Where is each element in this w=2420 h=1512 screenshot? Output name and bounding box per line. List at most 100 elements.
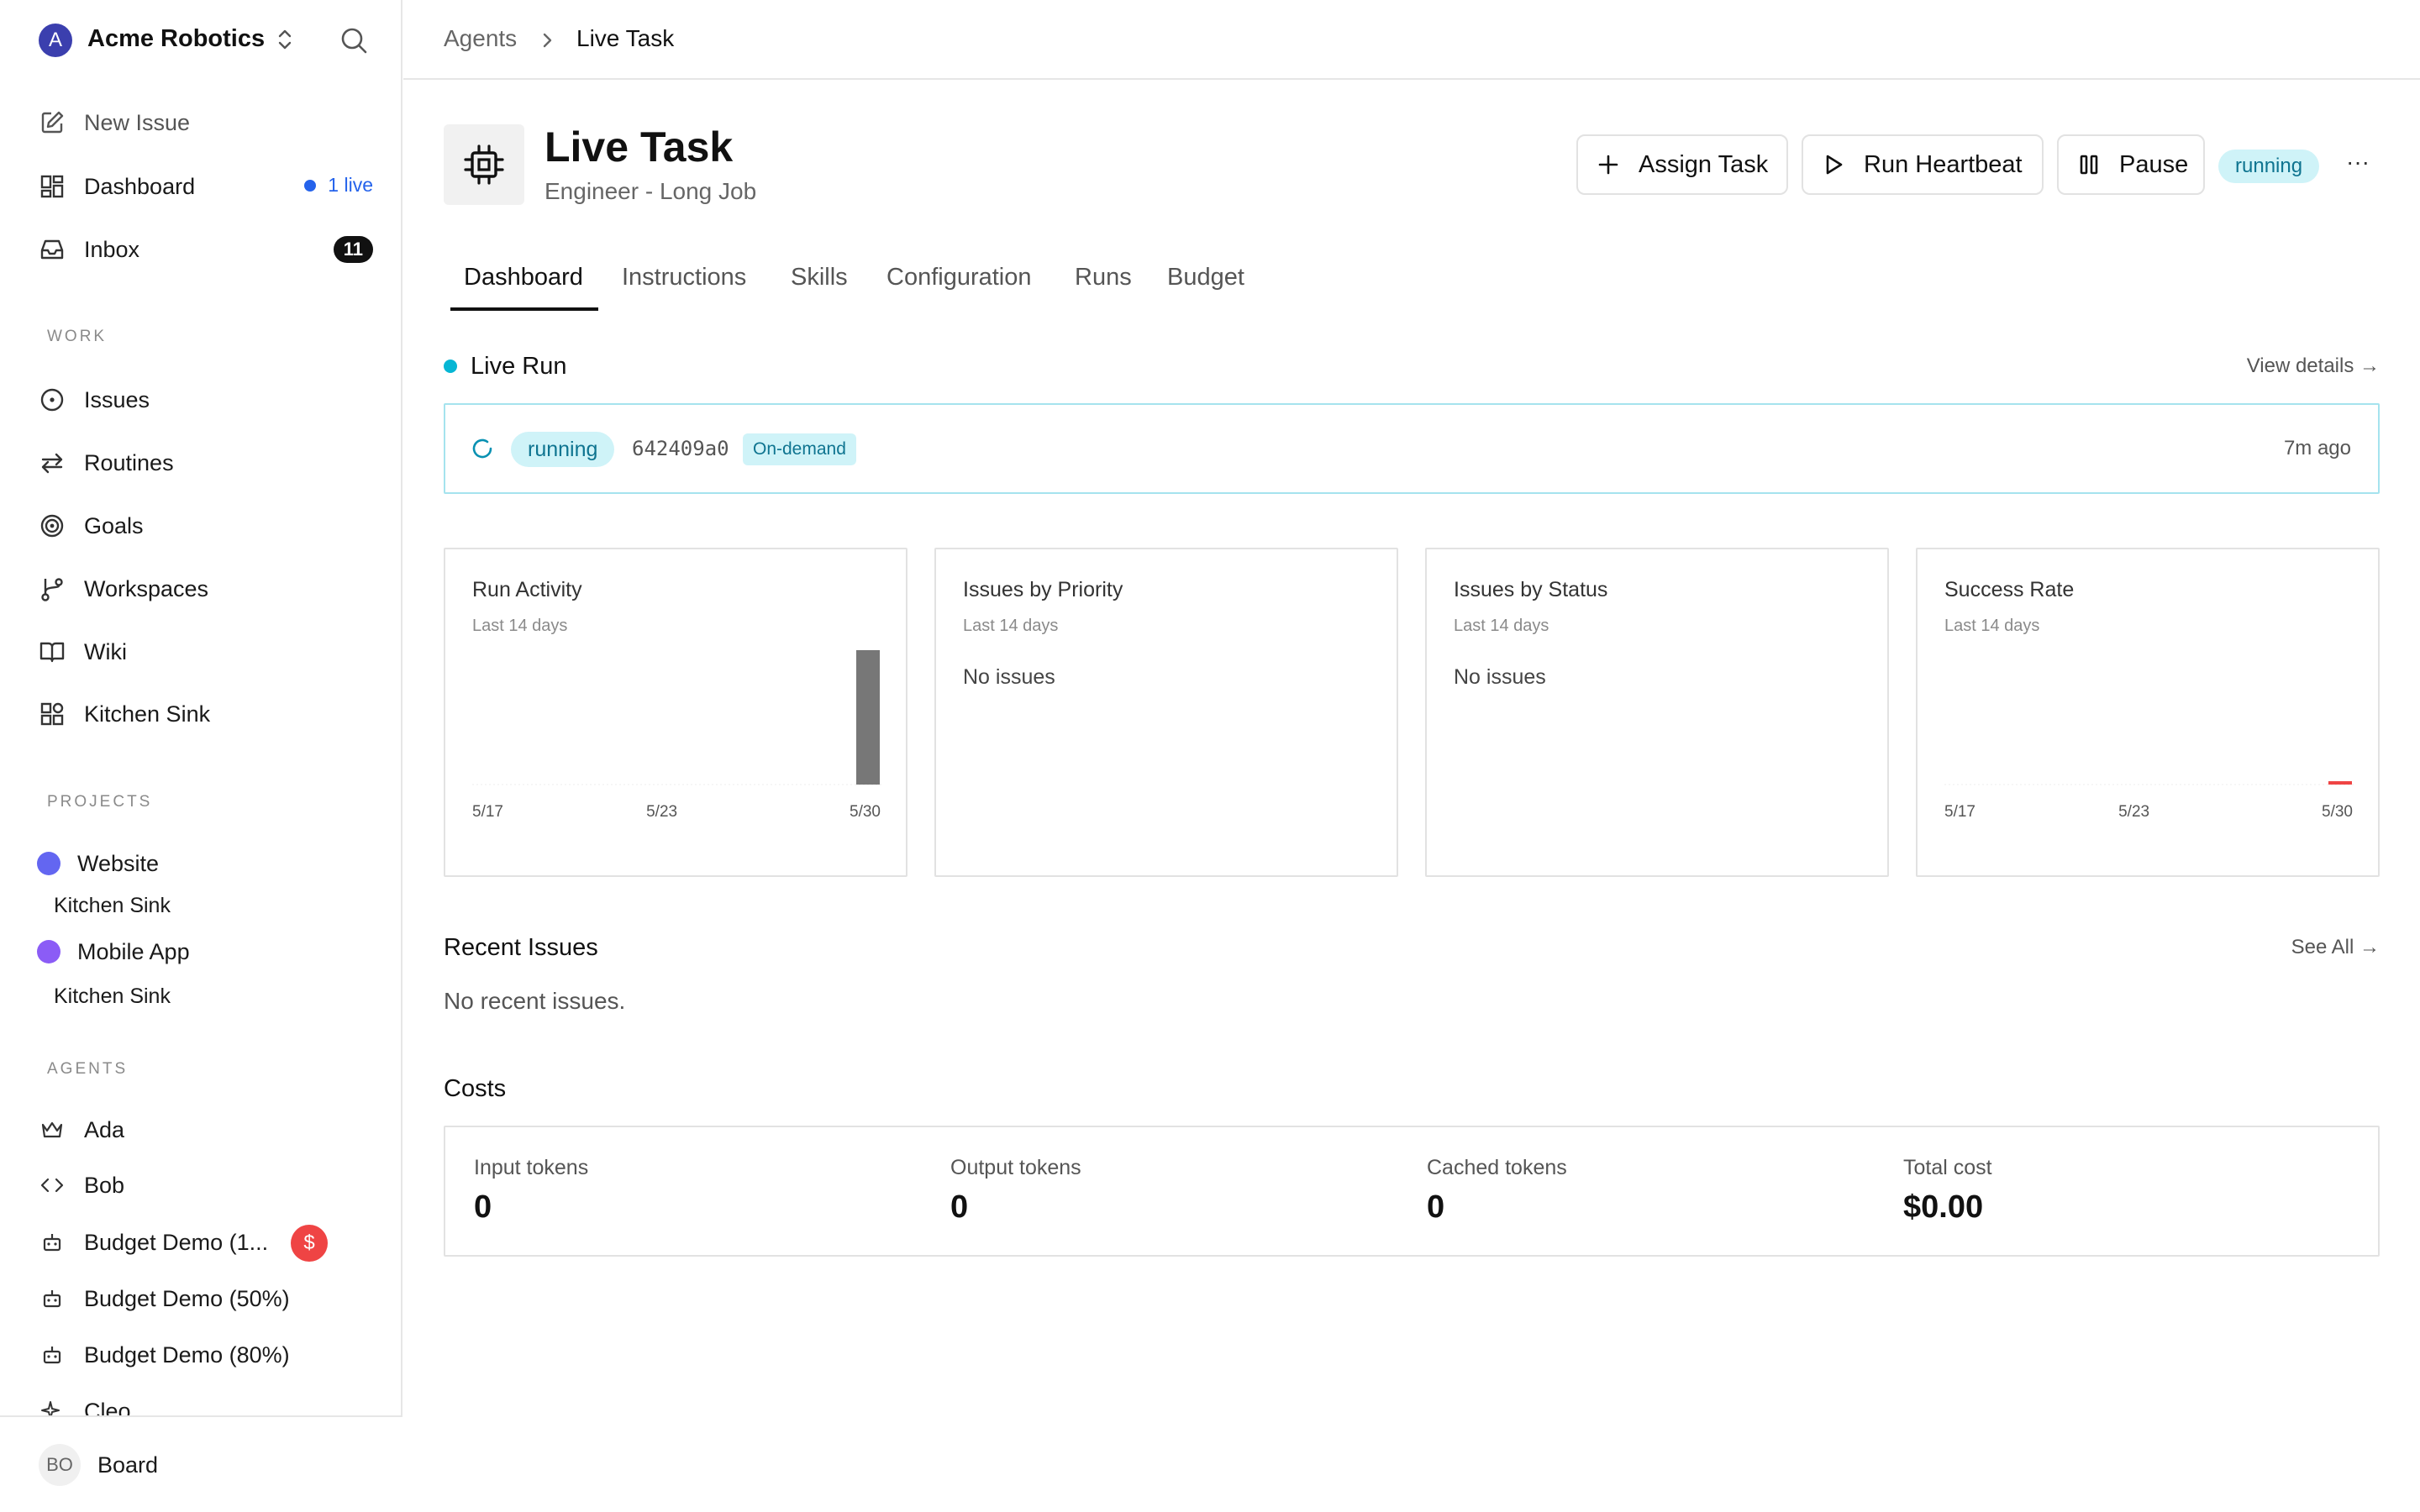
nav-label: Issues xyxy=(84,386,150,412)
tab-dashboard[interactable]: Dashboard xyxy=(464,264,583,291)
agent-label: Budget Demo (1... xyxy=(84,1229,269,1255)
costs-title: Costs xyxy=(444,1075,507,1102)
cost-value-cached: 0 xyxy=(1427,1189,1445,1225)
nav-label: Wiki xyxy=(84,638,127,664)
tab-skills[interactable]: Skills xyxy=(791,264,848,291)
play-icon xyxy=(1822,152,1847,177)
active-tab-indicator xyxy=(450,307,598,311)
goals-icon xyxy=(37,511,67,541)
recent-issues-empty: No recent issues. xyxy=(444,988,626,1014)
routines-icon xyxy=(37,448,67,478)
cost-value-output: 0 xyxy=(950,1189,969,1225)
live-badge-text: 1 live xyxy=(328,174,373,196)
card-title: Issues by Priority xyxy=(963,578,1123,601)
assign-task-label: Assign Task xyxy=(1639,150,1769,178)
agent-label: Ada xyxy=(84,1116,125,1142)
nav-label: Goals xyxy=(84,512,144,538)
nav-label: Routines xyxy=(84,449,174,475)
card-subtitle: Last 14 days xyxy=(963,617,1059,635)
project-mobile-app-sub-item[interactable]: Kitchen Sink xyxy=(54,984,171,1009)
nav-goals[interactable]: Goals xyxy=(37,502,373,549)
run-status-badge: running xyxy=(511,432,615,467)
section-label-projects: PROJECTS xyxy=(47,793,153,811)
breadcrumb-current: Live Task xyxy=(576,25,675,51)
nav-kitchen-sink[interactable]: Kitchen Sink xyxy=(37,690,373,738)
run-heartbeat-label: Run Heartbeat xyxy=(1864,150,2023,178)
pause-label: Pause xyxy=(2119,150,2189,178)
nav-label: Dashboard xyxy=(84,173,196,199)
nav-label: Kitchen Sink xyxy=(84,701,211,727)
cost-value-total: $0.00 xyxy=(1903,1189,1984,1225)
nav-routines[interactable]: Routines xyxy=(37,439,373,486)
more-options-icon[interactable]: ··· xyxy=(2341,150,2375,183)
agent-ada[interactable]: Ada xyxy=(37,1106,373,1153)
inbox-icon xyxy=(37,234,67,265)
tab-runs[interactable]: Runs xyxy=(1075,264,1132,291)
view-details-link[interactable]: View details → xyxy=(2247,354,2380,378)
cost-label-cached: Cached tokens xyxy=(1427,1156,1567,1179)
agent-label: Bob xyxy=(84,1172,125,1198)
sidebar-header: A Acme Robotics xyxy=(0,0,402,81)
code-icon xyxy=(37,1170,67,1200)
run-time: 7m ago xyxy=(2283,437,2351,459)
project-website[interactable]: Website xyxy=(37,840,373,887)
nav-workspaces[interactable]: Workspaces xyxy=(37,565,373,612)
x-tick-label: 5/30 xyxy=(2322,803,2353,821)
project-mobile-app[interactable]: Mobile App xyxy=(37,928,373,975)
chevron-updown-icon[interactable] xyxy=(274,25,296,54)
app-root: A Acme Robotics New Issue Dashboard 1 li… xyxy=(0,0,2420,1512)
search-icon[interactable] xyxy=(338,24,370,57)
empty-state: No issues xyxy=(1454,665,1546,689)
run-trigger-badge: On-demand xyxy=(743,433,856,465)
nav-wiki[interactable]: Wiki xyxy=(37,628,373,675)
recent-issues-title: Recent Issues xyxy=(444,934,598,961)
workspaces-icon xyxy=(37,574,67,604)
success-rate-chart: 5/17 5/23 5/30 xyxy=(1944,781,2354,821)
pause-button[interactable]: Pause xyxy=(2057,134,2205,195)
nav-label: Inbox xyxy=(84,236,140,262)
live-run-title: Live Run xyxy=(471,353,567,380)
project-color-dot xyxy=(37,852,60,875)
nav-label: Workspaces xyxy=(84,575,209,601)
project-website-sub-item[interactable]: Kitchen Sink xyxy=(54,894,171,918)
agent-label: Budget Demo (50%) xyxy=(84,1285,290,1311)
nav-dashboard[interactable]: Dashboard 1 live xyxy=(37,163,373,210)
cost-value-input: 0 xyxy=(474,1189,492,1225)
cost-label-total: Total cost xyxy=(1903,1156,1992,1179)
nav-new-issue[interactable]: New Issue xyxy=(37,99,373,146)
kitchen-sink-icon xyxy=(37,699,67,729)
agent-bob[interactable]: Bob xyxy=(37,1162,373,1209)
card-subtitle: Last 14 days xyxy=(1454,617,1549,635)
live-run-card[interactable]: running 642409a0 On-demand 7m ago xyxy=(444,403,2380,494)
agent-avatar xyxy=(444,124,524,205)
see-all-link[interactable]: See All → xyxy=(2291,936,2380,959)
wiki-icon xyxy=(37,637,67,667)
org-avatar[interactable]: A xyxy=(39,24,72,57)
tab-budget[interactable]: Budget xyxy=(1167,264,1244,291)
tab-configuration[interactable]: Configuration xyxy=(886,264,1032,291)
breadcrumb-agents[interactable]: Agents xyxy=(444,25,517,52)
section-label-work: WORK xyxy=(47,328,108,345)
bot-icon xyxy=(37,1227,67,1257)
org-name[interactable]: Acme Robotics xyxy=(87,25,265,53)
x-tick-label: 5/30 xyxy=(850,803,881,821)
issues-icon xyxy=(37,385,67,415)
tab-instructions[interactable]: Instructions xyxy=(622,264,746,291)
topbar: Agents Live Task xyxy=(403,0,2420,80)
new-issue-icon xyxy=(37,108,67,138)
user-avatar[interactable]: BO xyxy=(39,1444,81,1486)
costs-card: Input tokens 0 Output tokens 0 Cached to… xyxy=(444,1126,2380,1257)
assign-task-button[interactable]: Assign Task xyxy=(1576,134,1788,195)
agent-budget-demo-80[interactable]: Budget Demo (80%) xyxy=(37,1331,373,1378)
agent-budget-demo-50[interactable]: Budget Demo (50%) xyxy=(37,1275,373,1322)
run-heartbeat-button[interactable]: Run Heartbeat xyxy=(1802,134,2044,195)
cost-label-input: Input tokens xyxy=(474,1156,589,1179)
cpu-icon xyxy=(464,144,504,185)
chart-bar-5/30 xyxy=(2328,781,2352,785)
nav-issues[interactable]: Issues xyxy=(37,376,373,423)
nav-inbox[interactable]: Inbox 11 xyxy=(37,226,373,273)
agent-subtitle: Engineer - Long Job xyxy=(544,178,757,204)
card-subtitle: Last 14 days xyxy=(472,617,568,635)
user-name[interactable]: Board xyxy=(97,1452,158,1478)
card-title: Success Rate xyxy=(1944,578,2075,601)
